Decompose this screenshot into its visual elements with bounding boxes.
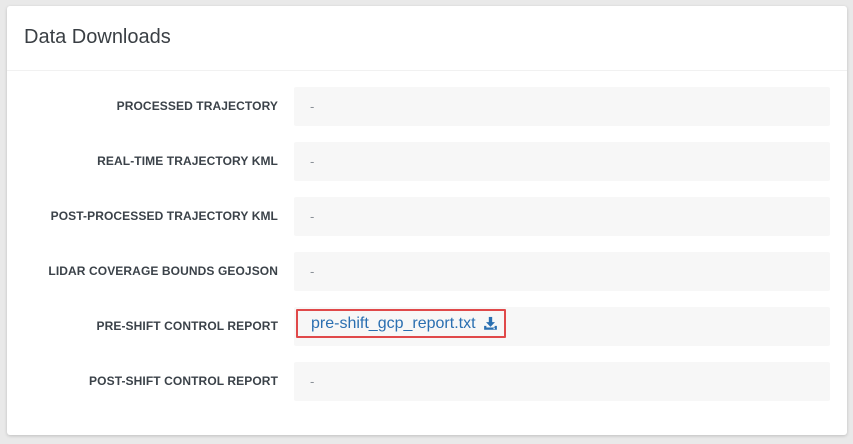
row-value-empty: - — [294, 142, 830, 181]
row-label: PRE-SHIFT CONTROL REPORT — [96, 319, 278, 333]
row-label: PROCESSED TRAJECTORY — [116, 99, 278, 113]
panel-title: Data Downloads — [24, 26, 171, 48]
row-label: POST-PROCESSED TRAJECTORY KML — [50, 209, 278, 223]
download-icon — [483, 316, 498, 331]
row-value-empty: - — [294, 197, 830, 236]
title-divider — [7, 70, 847, 71]
row-value-container: pre-shift_gcp_report.txt — [294, 307, 830, 346]
download-row-real-time-trajectory-kml: REAL-TIME TRAJECTORY KML - — [7, 142, 847, 181]
download-row-post-shift-control-report: POST-SHIFT CONTROL REPORT - — [7, 362, 847, 401]
download-row-post-processed-trajectory-kml: POST-PROCESSED TRAJECTORY KML - — [7, 197, 847, 236]
download-row-processed-trajectory: PROCESSED TRAJECTORY - — [7, 87, 847, 126]
downloads-list: PROCESSED TRAJECTORY - REAL-TIME TRAJECT… — [7, 87, 847, 417]
row-label: LIDAR COVERAGE BOUNDS GEOJSON — [48, 264, 278, 278]
row-label: POST-SHIFT CONTROL REPORT — [89, 374, 278, 388]
row-value-empty: - — [294, 252, 830, 291]
row-label: REAL-TIME TRAJECTORY KML — [97, 154, 278, 168]
row-value-empty: - — [294, 87, 830, 126]
download-row-pre-shift-control-report: PRE-SHIFT CONTROL REPORT pre-shift_gcp_r… — [7, 307, 847, 346]
row-value-empty: - — [294, 362, 830, 401]
file-link-text: pre-shift_gcp_report.txt — [311, 315, 476, 332]
download-row-lidar-coverage-bounds-geojson: LIDAR COVERAGE BOUNDS GEOJSON - — [7, 252, 847, 291]
pre-shift-report-download-link[interactable]: pre-shift_gcp_report.txt — [296, 309, 506, 338]
data-downloads-card: Data Downloads PROCESSED TRAJECTORY - RE… — [7, 6, 847, 435]
